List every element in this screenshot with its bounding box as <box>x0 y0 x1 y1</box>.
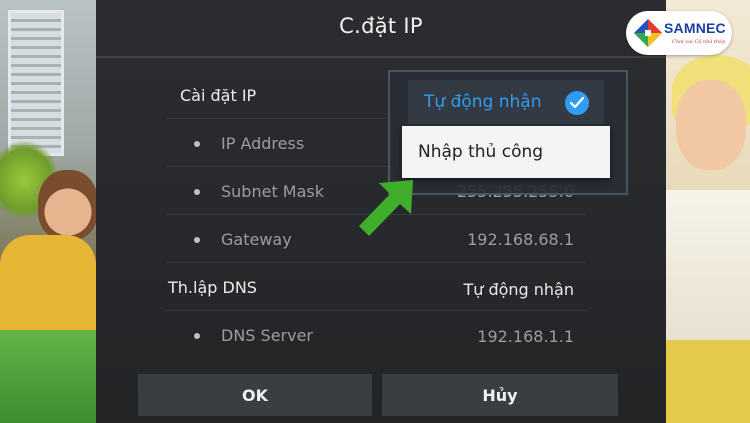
background-photo-left <box>0 0 100 423</box>
row-divider <box>166 310 586 311</box>
dns-server-value: 192.168.1.1 <box>477 327 574 346</box>
bullet-icon <box>194 333 200 339</box>
background-dress <box>666 190 750 350</box>
background-bottom <box>666 340 750 423</box>
dialog-title: C.đặt IP <box>339 14 423 38</box>
background-photo-right <box>666 0 750 423</box>
dns-settings-label[interactable]: Th.lập DNS <box>168 278 257 297</box>
logo-mark-icon <box>634 19 662 47</box>
background-woman-face <box>676 80 746 170</box>
gateway-label: Gateway <box>221 230 292 249</box>
ok-button[interactable]: OK <box>138 374 372 416</box>
row-divider <box>166 262 586 263</box>
dns-server-label: DNS Server <box>221 326 313 345</box>
ip-settings-label[interactable]: Cài đặt IP <box>180 86 256 105</box>
dns-mode-value[interactable]: Tự động nhận <box>400 280 574 299</box>
subnet-mask-label: Subnet Mask <box>221 182 325 201</box>
background-table <box>0 330 100 423</box>
bullet-icon <box>194 189 200 195</box>
bullet-icon <box>194 141 200 147</box>
background-child-head <box>38 170 98 240</box>
samnec-logo: SAMNEC Chơi vui Cả nhà thép <box>626 11 732 55</box>
checkmark-icon <box>565 91 589 115</box>
ip-address-label: IP Address <box>221 134 305 153</box>
green-arrow-icon <box>359 180 413 236</box>
bullet-icon <box>194 237 200 243</box>
dropdown-option-manual[interactable]: Nhập thủ công <box>402 126 610 178</box>
title-divider <box>96 56 666 58</box>
background-window <box>8 10 64 156</box>
logo-text: SAMNEC <box>664 20 726 36</box>
cancel-button[interactable]: Hủy <box>382 374 618 416</box>
logo-tagline: Chơi vui Cả nhà thép <box>672 39 726 45</box>
gateway-value: 192.168.68.1 <box>467 230 574 249</box>
